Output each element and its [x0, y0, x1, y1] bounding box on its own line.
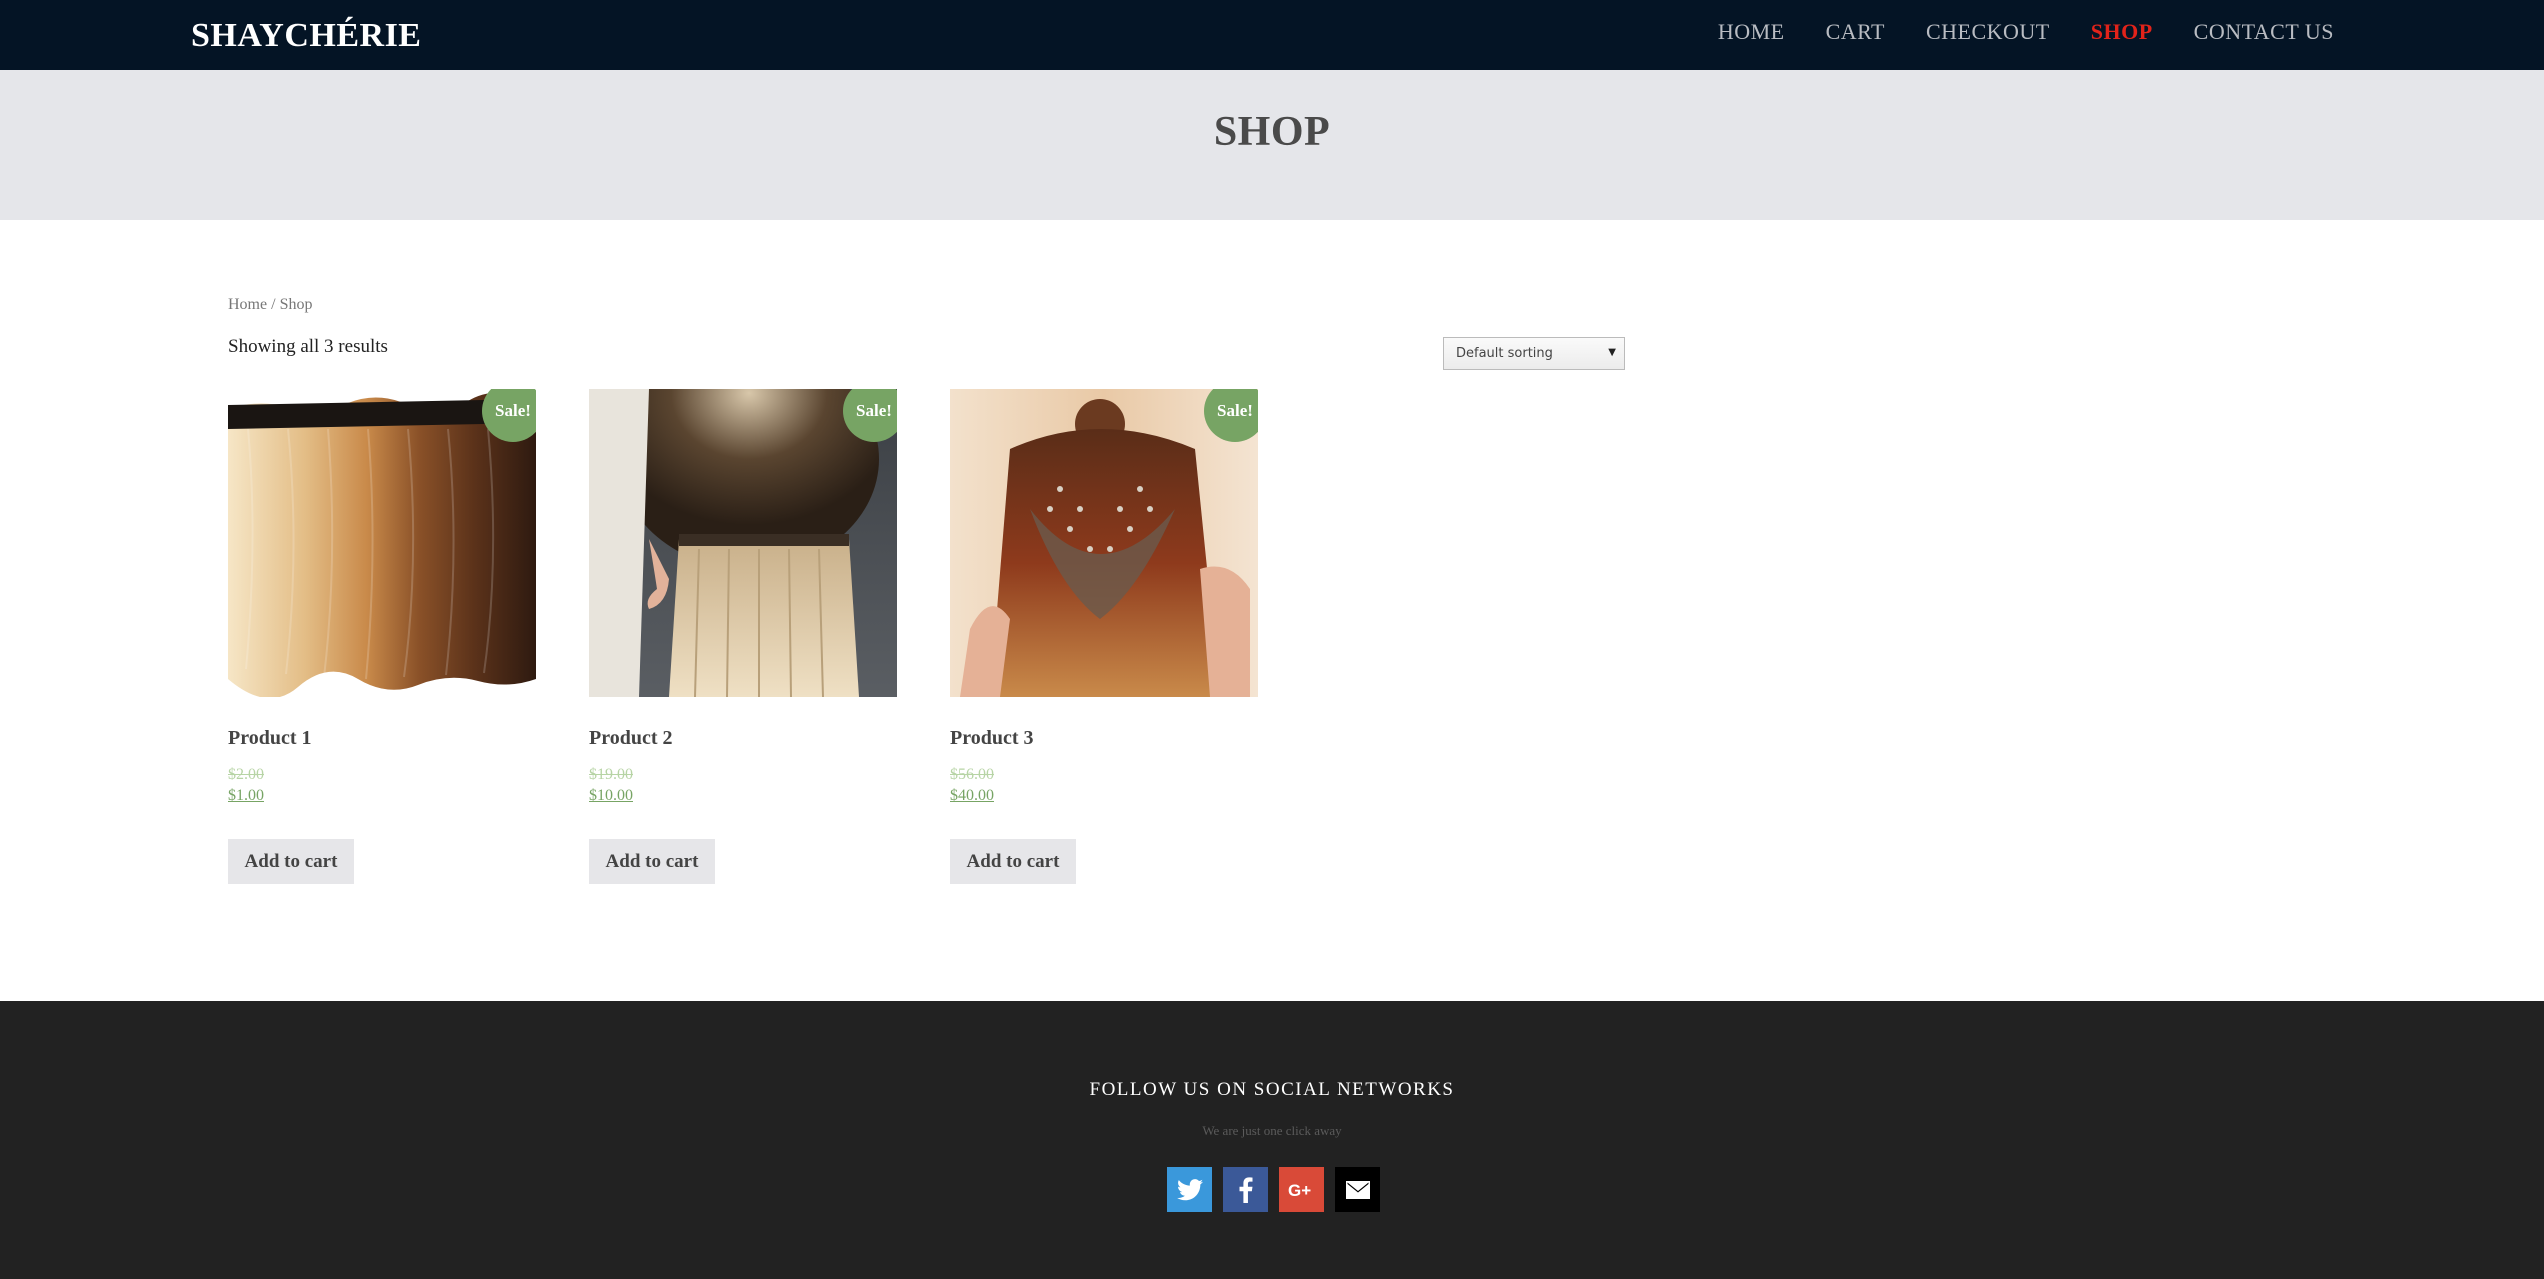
product-card: Sale! Product 3 $56.00 $40.00 Add to car…	[950, 389, 1258, 884]
google-plus-icon[interactable]: G+	[1279, 1167, 1324, 1212]
page-title: SHOP	[1213, 109, 1331, 155]
product-card: Sale! Product 2 $19.00 $10.00 Add to car…	[589, 389, 897, 884]
site-header: SHAYCHÉRIE HOME CART CHECKOUT SHOP CONTA…	[0, 0, 2544, 70]
product-price: $10.00	[589, 787, 633, 804]
email-icon[interactable]	[1335, 1167, 1380, 1212]
product-old-price: $56.00	[950, 766, 994, 783]
page-title-band: SHOP	[0, 70, 2544, 220]
product-name[interactable]: Product 1	[228, 727, 312, 750]
footer-heading: FOLLOW US ON SOCIAL NETWORKS	[1089, 1079, 1455, 1100]
sorting-selected: Default sorting	[1456, 346, 1553, 361]
twitter-icon[interactable]	[1167, 1167, 1212, 1212]
blonde-extensions-image	[589, 389, 897, 697]
hair-extension-install-image	[950, 389, 1258, 697]
breadcrumb-home[interactable]: Home	[228, 296, 267, 313]
facebook-icon[interactable]	[1223, 1167, 1268, 1212]
product-image[interactable]: Sale!	[589, 389, 897, 697]
site-footer: FOLLOW US ON SOCIAL NETWORKS We are just…	[0, 1001, 2544, 1279]
dropdown-caret-icon: ▼	[1608, 347, 1616, 358]
sorting-select[interactable]: Default sorting ▼	[1443, 337, 1625, 370]
nav-contact-us[interactable]: CONTACT US	[2194, 19, 2334, 45]
nav-cart[interactable]: CART	[1826, 19, 1885, 45]
footer-tagline: We are just one click away	[1202, 1123, 1342, 1138]
breadcrumb: Home / Shop	[228, 296, 312, 314]
product-name[interactable]: Product 3	[950, 727, 1034, 750]
product-name[interactable]: Product 2	[589, 727, 673, 750]
main-nav: HOME CART CHECKOUT SHOP CONTACT US	[1718, 19, 2334, 45]
add-to-cart-button[interactable]: Add to cart	[589, 839, 715, 884]
site-logo[interactable]: SHAYCHÉRIE	[191, 17, 421, 55]
breadcrumb-current: Shop	[279, 296, 313, 313]
nav-shop[interactable]: SHOP	[2091, 19, 2153, 45]
product-price: $40.00	[950, 787, 994, 804]
add-to-cart-button[interactable]: Add to cart	[950, 839, 1076, 884]
svg-text:G+: G+	[1288, 1181, 1311, 1200]
nav-checkout[interactable]: CHECKOUT	[1926, 19, 2050, 45]
nav-home[interactable]: HOME	[1718, 19, 1785, 45]
product-price: $1.00	[228, 787, 264, 804]
product-image[interactable]: Sale!	[950, 389, 1258, 697]
hair-swatches-image	[228, 389, 536, 697]
product-old-price: $2.00	[228, 766, 264, 783]
product-old-price: $19.00	[589, 766, 633, 783]
result-count: Showing all 3 results	[228, 336, 388, 357]
social-links: G+	[1167, 1167, 1380, 1212]
add-to-cart-button[interactable]: Add to cart	[228, 839, 354, 884]
product-image[interactable]: Sale!	[228, 389, 536, 697]
product-card: Sale! Product 1 $2.00 $1.00 Add to cart	[228, 389, 536, 884]
breadcrumb-separator: /	[267, 296, 280, 313]
